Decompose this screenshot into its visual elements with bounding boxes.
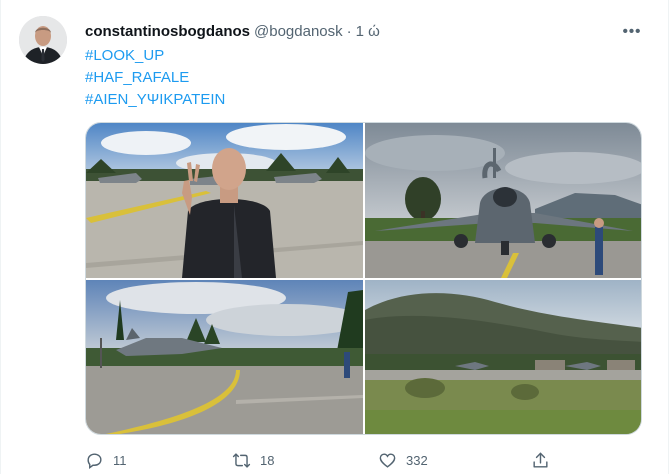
photo-airbase-man-victory-sign[interactable] bbox=[86, 123, 363, 278]
separator-dot: · bbox=[346, 22, 352, 40]
photo-rafale-taxiway[interactable] bbox=[86, 280, 363, 434]
reply-icon bbox=[83, 449, 105, 471]
retweet-icon bbox=[230, 449, 252, 471]
photo-airfield-mountain[interactable] bbox=[365, 280, 641, 434]
retweet-button[interactable]: 18 bbox=[230, 445, 274, 474]
display-name[interactable]: constantinosbogdanos bbox=[85, 23, 250, 40]
heart-icon bbox=[376, 449, 398, 471]
hashtag-look-up[interactable]: #LOOK_UP bbox=[85, 45, 225, 67]
user-handle[interactable]: @bogdanosk bbox=[254, 23, 343, 40]
tweet[interactable]: constantinosbogdanos @bogdanosk · 1 ώ ••… bbox=[0, 0, 669, 474]
avatar[interactable] bbox=[19, 16, 67, 64]
reply-count: 11 bbox=[113, 452, 127, 468]
like-count: 332 bbox=[406, 452, 428, 468]
tweet-header: constantinosbogdanos @bogdanosk · 1 ώ bbox=[85, 20, 380, 42]
tweet-text: #LOOK_UP #HAF_RAFALE #ΑΙΕΝ_ΥΨΙΚΡΑΤΕΙΝ bbox=[85, 45, 225, 111]
hashtag-haf-rafale[interactable]: #HAF_RAFALE bbox=[85, 67, 225, 89]
photo-rafale-jet-front[interactable] bbox=[365, 123, 641, 278]
retweet-count: 18 bbox=[260, 452, 275, 468]
tweet-actions: 11 18 332 bbox=[81, 445, 561, 474]
share-icon bbox=[529, 449, 551, 471]
timestamp[interactable]: 1 ώ bbox=[356, 23, 380, 40]
media-grid bbox=[85, 122, 642, 435]
like-button[interactable]: 332 bbox=[376, 445, 428, 474]
reply-button[interactable]: 11 bbox=[83, 445, 127, 474]
more-options-icon[interactable]: ••• bbox=[615, 18, 649, 44]
hashtag-aien-ypsikratein[interactable]: #ΑΙΕΝ_ΥΨΙΚΡΑΤΕΙΝ bbox=[85, 89, 225, 111]
share-button[interactable] bbox=[529, 445, 551, 474]
